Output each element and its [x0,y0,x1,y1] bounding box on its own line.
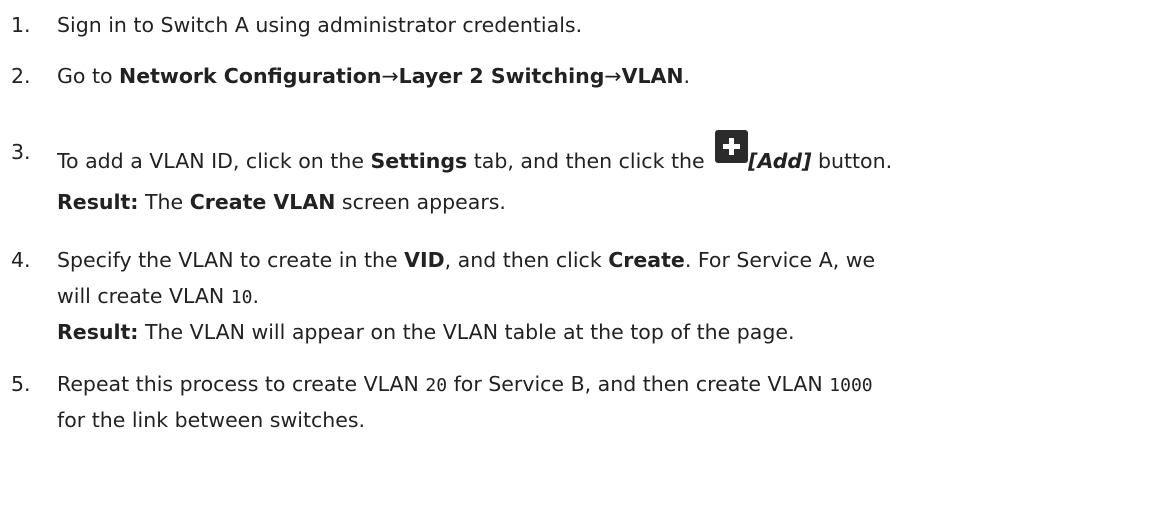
add-button-reference: [Add] [748,149,812,173]
step-4-line2-suffix: . [252,284,259,308]
vlan-id-code: 1000 [829,375,873,396]
step-3-result-prefix: The [138,190,190,214]
create-button-reference: Create [608,248,685,272]
step-3-text: To add a VLAN ID, click on the Settings … [57,130,893,175]
arrow-icon: → [381,64,399,88]
step-3-prefix: To add a VLAN ID, click on the [57,149,371,173]
step-1-number: 1. [11,13,31,37]
step-4-prefix: Specify the VLAN to create in the [57,248,405,272]
step-5-line-2: for the link between switches. [57,406,365,434]
result-label: Result: [57,190,139,214]
vid-field-reference: VID [404,248,445,272]
step-3-result: Result: The Create VLAN screen appears. [57,188,506,216]
result-label: Result: [57,320,139,344]
step-5-text: Repeat this process to create VLAN 20 fo… [57,370,873,400]
step-2-text: Go to Network Configuration→Layer 2 Swit… [57,62,690,90]
vlan-id-code: 20 [425,375,448,396]
step-1-text: Sign in to Switch A using administrator … [57,11,582,39]
menu-path-network-configuration: Network Configuration [119,64,382,88]
step-4-line2-prefix: will create VLAN [57,284,231,308]
arrow-icon: → [604,64,622,88]
step-1-sentence: Sign in to Switch A using administrator … [57,13,583,37]
plus-icon [715,130,749,163]
menu-path-layer-2-switching: Layer 2 Switching [398,64,605,88]
step-2-number: 2. [11,64,31,88]
step-5-number: 5. [11,372,31,396]
step-4-text: Specify the VLAN to create in the VID, a… [57,246,875,274]
step-4-suffix: . For Service A, we [684,248,876,272]
settings-tab-reference: Settings [370,149,468,173]
step-4-result: Result: The VLAN will appear on the VLAN… [57,318,795,346]
step-5-line2: for the link between switches. [57,408,366,432]
step-4-line-2: will create VLAN 10. [57,282,259,312]
step-2-prefix: Go to [57,64,120,88]
step-3-middle: tab, and then click the [467,149,712,173]
menu-path-vlan: VLAN [621,64,684,88]
step-3-number: 3. [11,140,31,164]
step-5-prefix: Repeat this process to create VLAN [57,372,426,396]
vlan-id-code: 10 [230,287,253,308]
step-4-middle: , and then click [444,248,609,272]
step-3-suffix: button. [811,149,893,173]
step-3-result-suffix: screen appears. [335,190,506,214]
step-2-suffix: . [683,64,691,88]
step-4-result-text: The VLAN will appear on the VLAN table a… [138,320,795,344]
step-5-middle: for Service B, and then create VLAN [447,372,830,396]
step-4-number: 4. [11,248,31,272]
create-vlan-screen-reference: Create VLAN [189,190,336,214]
